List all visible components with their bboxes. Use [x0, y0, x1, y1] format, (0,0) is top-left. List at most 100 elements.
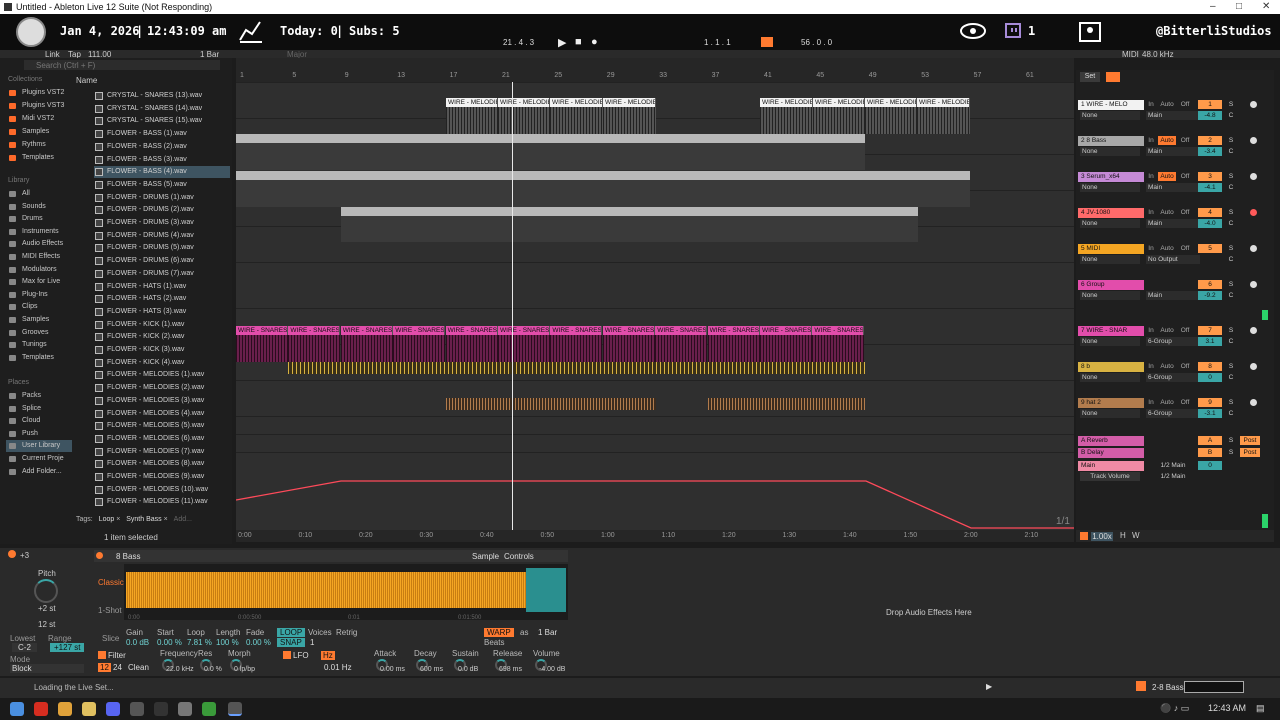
track-number[interactable]: 9	[1198, 398, 1222, 407]
file-item[interactable]: FLOWER - BASS (3).wav	[94, 154, 230, 166]
loop-button[interactable]: LOOP	[277, 628, 306, 637]
input-select[interactable]: None	[1080, 337, 1140, 346]
solo-button[interactable]: S	[1226, 100, 1236, 109]
file-item[interactable]: FLOWER - KICK (2).wav	[94, 331, 230, 343]
mode-slice[interactable]: Slice	[102, 634, 119, 643]
time-ruler[interactable]: 0:00 0:10 0:20 0:30 0:40 0:50 1:00 1:10 1:20 1:30…	[236, 530, 1074, 542]
output-select[interactable]: 6-Group	[1146, 409, 1200, 418]
track-name[interactable]: 6 Group	[1078, 280, 1144, 290]
file-item[interactable]: FLOWER - HATS (2).wav	[94, 293, 230, 305]
return-letter[interactable]: A	[1198, 436, 1222, 445]
track-number[interactable]: 7	[1198, 326, 1222, 335]
output-select[interactable]: Main	[1146, 291, 1200, 300]
file-item[interactable]: FLOWER - BASS (2).wav	[94, 141, 230, 153]
gain-value[interactable]: 0.0 dB	[126, 638, 149, 647]
device-power-icon[interactable]	[8, 550, 16, 558]
loop-toggle-icon[interactable]	[761, 37, 773, 47]
start-value[interactable]: 0.00 %	[157, 638, 182, 647]
warp-button[interactable]: WARP	[484, 628, 514, 637]
auto-button[interactable]: Auto	[1158, 398, 1176, 407]
track-name[interactable]: 4 JV-1080	[1078, 208, 1144, 218]
track-name[interactable]: 5 MIDI	[1078, 244, 1144, 254]
in-button[interactable]: In	[1146, 100, 1156, 109]
voices-value[interactable]: 1	[310, 638, 314, 647]
return-solo[interactable]: S	[1226, 448, 1236, 457]
track-number[interactable]: 3	[1198, 172, 1222, 181]
places-item[interactable]: Add Folder...	[6, 466, 72, 478]
volume-field[interactable]: -3.4	[1198, 147, 1222, 156]
library-item[interactable]: Plug-Ins	[6, 289, 72, 301]
track-name[interactable]: 7 WIRE - SNAR	[1078, 326, 1144, 336]
discord-icon[interactable]	[106, 702, 120, 716]
library-item[interactable]: All	[6, 188, 72, 200]
post-button[interactable]: Post	[1240, 436, 1260, 445]
file-item[interactable]: FLOWER - DRUMS (3).wav	[94, 217, 230, 229]
app-icon-3[interactable]	[178, 702, 192, 716]
input-select[interactable]: None	[1080, 409, 1140, 418]
places-item[interactable]: Splice	[6, 403, 72, 415]
lowest-value[interactable]: C-2	[12, 643, 37, 652]
return-letter[interactable]: B	[1198, 448, 1222, 457]
track-name[interactable]: 3 Serum_x64	[1078, 172, 1144, 182]
file-item[interactable]: FLOWER - MELODIES (1).wav	[94, 369, 230, 381]
library-item[interactable]: Grooves	[6, 327, 72, 339]
track-number[interactable]: 4	[1198, 208, 1222, 217]
arm-icon[interactable]	[1250, 173, 1257, 180]
chrome-icon[interactable]	[58, 702, 72, 716]
crossfade-button[interactable]: C	[1226, 111, 1236, 120]
master-volume[interactable]: 0	[1198, 461, 1222, 470]
collection-item[interactable]: Rythms	[6, 139, 72, 151]
arm-icon[interactable]	[1250, 363, 1257, 370]
arm-icon[interactable]	[1250, 209, 1257, 216]
return-solo[interactable]: S	[1226, 436, 1236, 445]
file-item[interactable]: FLOWER - MELODIES (10).wav	[94, 484, 230, 496]
file-item[interactable]: FLOWER - MELODIES (4).wav	[94, 408, 230, 420]
library-item[interactable]: Drums	[6, 213, 72, 225]
app-icon-1[interactable]	[130, 702, 144, 716]
places-item[interactable]: Push	[6, 428, 72, 440]
volume-field[interactable]: -4.0	[1198, 219, 1222, 228]
file-item[interactable]: FLOWER - DRUMS (6).wav	[94, 255, 230, 267]
off-button[interactable]: Off	[1178, 136, 1192, 145]
browser-icon[interactable]	[34, 702, 48, 716]
loop-start[interactable]: 1 . 1 . 1	[704, 38, 731, 47]
input-select[interactable]: None	[1080, 183, 1140, 192]
in-button[interactable]: In	[1146, 208, 1156, 217]
play-icon[interactable]: ▶	[558, 36, 566, 49]
scrub-overview[interactable]	[236, 58, 1074, 70]
file-item[interactable]: FLOWER - MELODIES (11).wav	[94, 496, 230, 508]
automation-envelope[interactable]	[236, 82, 1074, 530]
file-item[interactable]: FLOWER - HATS (3).wav	[94, 306, 230, 318]
file-item[interactable]: FLOWER - DRUMS (7).wav	[94, 268, 230, 280]
loop-region[interactable]	[526, 568, 566, 612]
volume-field[interactable]: 3.1	[1198, 337, 1222, 346]
lfo-rate[interactable]: 0.01 Hz	[324, 663, 352, 672]
mode-classic[interactable]: Classic	[98, 578, 124, 587]
stop-icon[interactable]: ■	[575, 36, 582, 48]
master-routing[interactable]: 1/2 Main	[1146, 461, 1200, 470]
crossfade-button[interactable]: C	[1226, 409, 1236, 418]
file-item[interactable]: FLOWER - DRUMS (2).wav	[94, 204, 230, 216]
track-number[interactable]: 5	[1198, 244, 1222, 253]
collection-item[interactable]: Plugins VST2	[6, 87, 72, 99]
auto-button[interactable]: Auto	[1158, 208, 1176, 217]
input-select[interactable]: None	[1080, 373, 1140, 382]
play-status-icon[interactable]: ▶	[986, 682, 992, 691]
pitch-knob[interactable]	[34, 579, 58, 603]
solo-button[interactable]: S	[1226, 208, 1236, 217]
filter-12[interactable]: 12	[98, 663, 111, 672]
st-value[interactable]: 12 st	[38, 620, 55, 629]
follow-icon[interactable]	[1106, 72, 1120, 82]
solo-button[interactable]: S	[1226, 398, 1236, 407]
close-icon[interactable]: ✕	[1262, 1, 1270, 12]
set-button[interactable]: Set	[1080, 72, 1100, 82]
off-button[interactable]: Off	[1178, 100, 1192, 109]
input-select[interactable]: None	[1080, 219, 1140, 228]
library-item[interactable]: Sounds	[6, 201, 72, 213]
return-track-name[interactable]: B Delay	[1078, 448, 1144, 458]
auto-button[interactable]: Auto	[1158, 100, 1176, 109]
crossfade-button[interactable]: C	[1226, 255, 1236, 264]
range-value[interactable]: +127 st	[50, 643, 85, 652]
places-item[interactable]: Packs	[6, 390, 72, 402]
auto-button[interactable]: Auto	[1158, 172, 1176, 181]
